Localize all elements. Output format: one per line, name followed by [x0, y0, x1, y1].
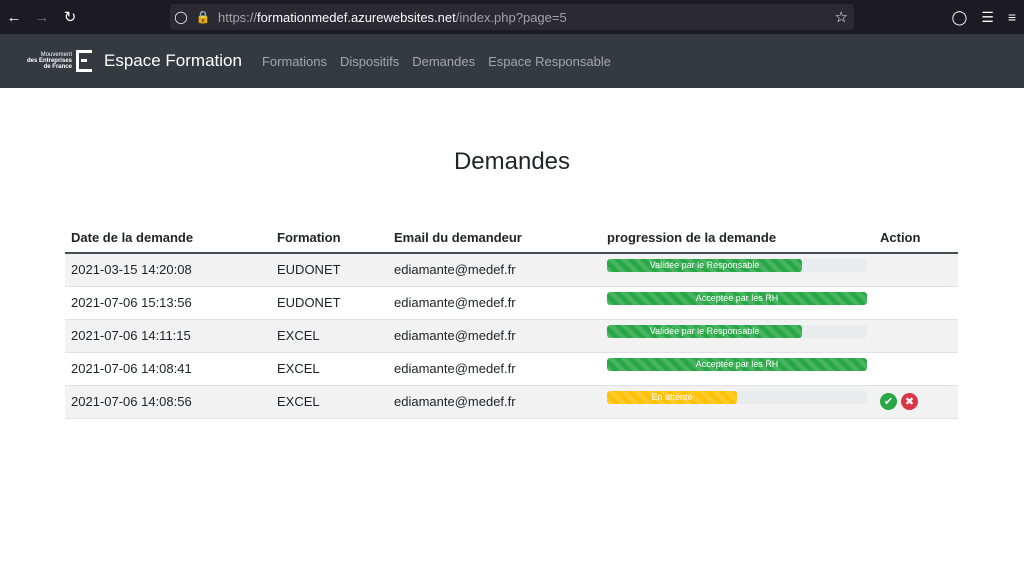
cell-email: ediamante@medef.fr [388, 352, 601, 386]
progress-bar-fill: Validée par le Responsable [607, 325, 802, 338]
lock-icon[interactable]: 🔒 [192, 10, 214, 24]
col-header-action: Action [874, 224, 958, 254]
cell-progress: En attente [601, 385, 874, 419]
logo-text: Mouvement des Entreprises de France [26, 52, 72, 70]
nav-link-formations[interactable]: Formations [262, 54, 327, 69]
col-header-progress: progression de la demande [601, 224, 874, 254]
progress-bar-fill: En attente [607, 391, 737, 404]
site-navbar: Mouvement des Entreprises de France Espa… [0, 34, 1024, 88]
table-row: 2021-07-06 14:11:15 EXCEL ediamante@medef.… [65, 319, 958, 353]
col-header-email: Email du demandeur [388, 224, 601, 254]
cell-action [874, 253, 958, 287]
bookmark-star-icon[interactable]: ☆ [835, 8, 848, 26]
cell-formation: EXCEL [271, 385, 388, 419]
cell-date: 2021-07-06 15:13:56 [65, 286, 271, 320]
cell-action [874, 286, 958, 320]
cell-formation: EUDONET [271, 286, 388, 320]
cell-action: ✔ ✖ [874, 385, 958, 419]
library-icon[interactable]: ☰ [981, 9, 994, 26]
back-icon[interactable]: ← [0, 0, 28, 34]
toolbar-right: ◯ ☰ ≡ [952, 0, 1016, 34]
brand-title[interactable]: Espace Formation [104, 51, 242, 71]
menu-icon[interactable]: ≡ [1008, 9, 1016, 25]
progress-bar: En attente [607, 391, 867, 404]
approve-check-icon[interactable]: ✔ [880, 393, 897, 411]
table-row: 2021-07-06 15:13:56 EUDONET ediamante@mede… [65, 286, 958, 320]
url-text[interactable]: https://formationmedef.azurewebsites.net… [218, 10, 567, 25]
progress-bar: Validée par le Responsable [607, 325, 867, 338]
nav-link-espace-responsable[interactable]: Espace Responsable [488, 54, 611, 69]
cell-date: 2021-07-06 14:08:41 [65, 352, 271, 386]
progress-bar-fill: Validée par le Responsable [607, 259, 802, 273]
cell-date: 2021-03-15 14:20:08 [65, 253, 271, 287]
progress-bar: Validée par le Responsable [607, 259, 867, 273]
medef-logo[interactable]: Mouvement des Entreprises de France [16, 50, 92, 72]
cell-formation: EUDONET [271, 253, 388, 287]
url-bar[interactable]: ◯ 🔒 https://formationmedef.azurewebsites… [170, 4, 854, 30]
cell-progress: Validée par le Responsable [601, 319, 874, 353]
cell-formation: EXCEL [271, 352, 388, 386]
table-row: 2021-07-06 14:08:41 EXCEL ediamante@medef.… [65, 352, 958, 386]
nav-link-dispositifs[interactable]: Dispositifs [340, 54, 399, 69]
cell-progress: Acceptée par les RH [601, 286, 874, 320]
cell-formation: EXCEL [271, 319, 388, 353]
progress-bar: Acceptée par les RH [607, 292, 867, 305]
table-header-row: Date de la demande Formation Email du de… [65, 224, 958, 254]
cell-progress: Acceptée par les RH [601, 352, 874, 386]
pocket-icon[interactable]: ◯ [952, 9, 968, 26]
progress-bar: Acceptée par les RH [607, 358, 867, 371]
forward-icon[interactable]: → [28, 0, 56, 34]
cell-action [874, 352, 958, 386]
cell-email: ediamante@medef.fr [388, 286, 601, 320]
table-row: 2021-07-06 14:08:56 EXCEL ediamante@medef.… [65, 385, 958, 419]
cell-progress: Validée par le Responsable [601, 253, 874, 287]
reload-icon[interactable]: ↻ [56, 0, 84, 34]
page-title: Demandes [453, 148, 571, 175]
progress-bar-fill: Acceptée par les RH [607, 292, 867, 305]
shield-icon[interactable]: ◯ [170, 10, 192, 24]
table-row: 2021-03-15 14:20:08 EUDONET ediamante@mede… [65, 253, 958, 287]
cell-email: ediamante@medef.fr [388, 253, 601, 287]
col-header-formation: Formation [271, 224, 388, 254]
cell-date: 2021-07-06 14:08:56 [65, 385, 271, 419]
browser-toolbar: ← → ↻ ◯ 🔒 https://formationmedef.azurewe… [0, 0, 1024, 34]
reject-x-icon[interactable]: ✖ [901, 393, 918, 411]
progress-bar-fill: Acceptée par les RH [607, 358, 867, 371]
cell-email: ediamante@medef.fr [388, 319, 601, 353]
logo-mark-icon [76, 50, 92, 72]
col-header-date: Date de la demande [65, 224, 271, 254]
cell-date: 2021-07-06 14:11:15 [65, 319, 271, 353]
cell-action [874, 319, 958, 353]
cell-email: ediamante@medef.fr [388, 385, 601, 419]
nav-link-demandes[interactable]: Demandes [412, 54, 475, 69]
requests-table: Date de la demande Formation Email du de… [65, 224, 958, 419]
